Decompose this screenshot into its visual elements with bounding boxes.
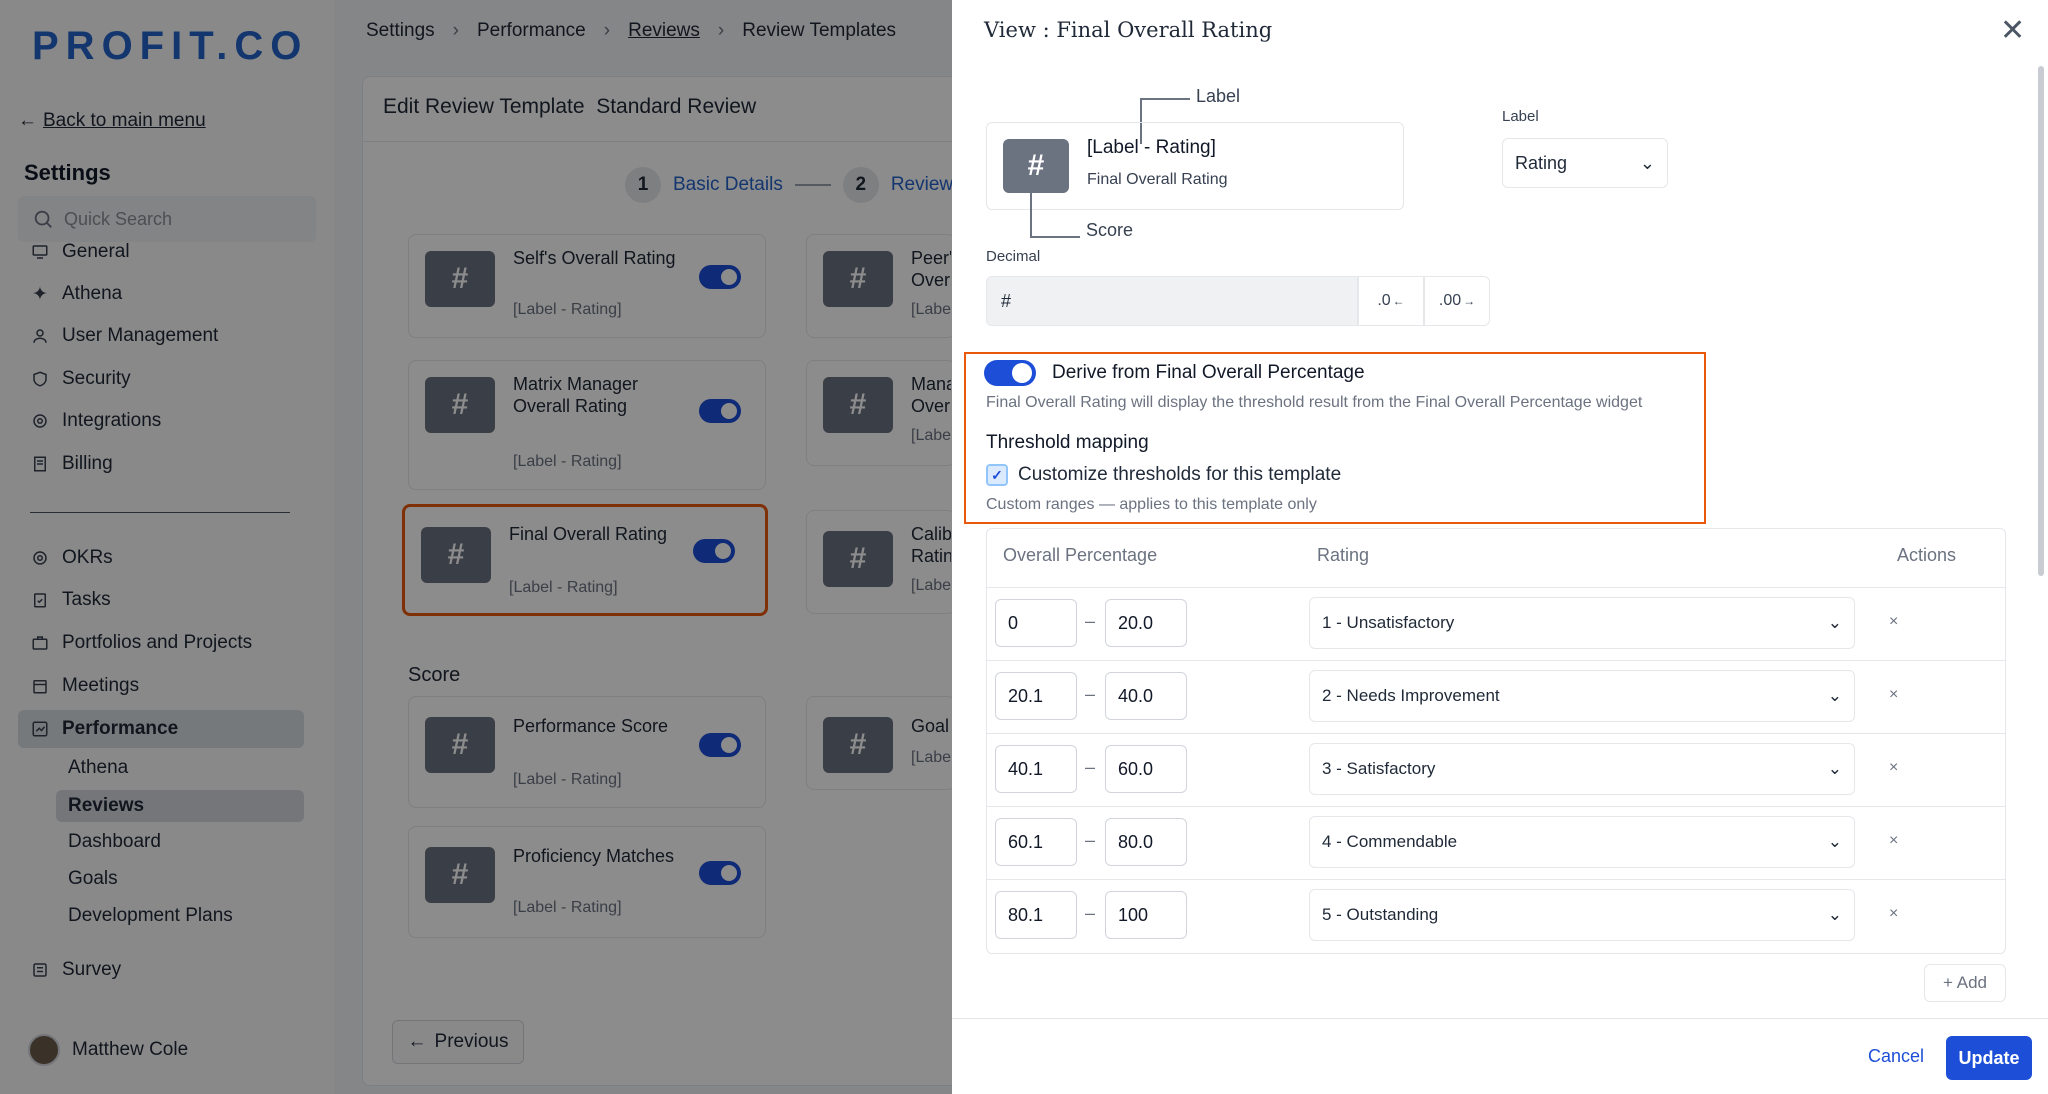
- rating-select[interactable]: 5 - Outstanding ⌄: [1309, 889, 1855, 941]
- derive-label: Derive from Final Overall Percentage: [1052, 362, 1365, 383]
- derive-toggle[interactable]: [984, 360, 1036, 386]
- range-dash: –: [1085, 757, 1096, 777]
- threshold-from-input[interactable]: 0: [995, 599, 1077, 647]
- decimal-caption: Decimal: [986, 248, 1041, 265]
- chevron-down-icon: ⌄: [1827, 905, 1842, 924]
- threshold-to-input[interactable]: 60.0: [1105, 745, 1187, 793]
- customize-help-text: Custom ranges — applies to this template…: [986, 496, 1317, 513]
- label-field-caption: Label: [1502, 108, 1539, 125]
- threshold-to-input[interactable]: 20.0: [1105, 599, 1187, 647]
- chevron-down-icon: ⌄: [1827, 832, 1842, 851]
- rating-select[interactable]: 4 - Commendable ⌄: [1309, 816, 1855, 868]
- preview-sub: Final Overall Rating: [1087, 171, 1228, 188]
- threshold-to-input[interactable]: 80.0: [1105, 818, 1187, 866]
- threshold-mapping-title: Threshold mapping: [986, 432, 1149, 453]
- rating-select-value: 5 - Outstanding: [1322, 905, 1439, 924]
- threshold-from-input[interactable]: 40.1: [995, 745, 1077, 793]
- derive-help-text: Final Overall Rating will display the th…: [986, 394, 1643, 411]
- chevron-down-icon: ⌄: [1827, 686, 1842, 705]
- table-divider: [987, 879, 2005, 880]
- rating-select-value: 1 - Unsatisfactory: [1322, 613, 1455, 632]
- rating-select[interactable]: 3 - Satisfactory ⌄: [1309, 743, 1855, 795]
- arrow-right-icon: →: [1463, 294, 1476, 308]
- close-icon[interactable]: ✕: [2000, 16, 2025, 46]
- remove-row-icon[interactable]: ×: [1889, 832, 1898, 850]
- increase-decimal-label: .00: [1438, 292, 1462, 309]
- callout-line: [1140, 98, 1190, 100]
- threshold-from-input[interactable]: 20.1: [995, 672, 1077, 720]
- check-icon: ✓: [991, 466, 1003, 483]
- remove-row-icon[interactable]: ×: [1889, 905, 1898, 923]
- decimal-format-input[interactable]: #: [986, 276, 1358, 326]
- threshold-to-input[interactable]: 40.0: [1105, 672, 1187, 720]
- column-header-actions: Actions: [1897, 545, 1957, 565]
- preview-name: [Label - Rating]: [1087, 137, 1216, 158]
- range-dash: –: [1085, 611, 1096, 631]
- rating-select-value: 4 - Commendable: [1322, 832, 1458, 851]
- table-divider: [987, 733, 2005, 734]
- label-select[interactable]: Rating ⌄: [1502, 138, 1668, 188]
- cancel-button[interactable]: Cancel: [1868, 1046, 1924, 1067]
- add-threshold-button[interactable]: + Add: [1924, 964, 2006, 1002]
- view-widget-drawer: View : Final Overall Rating ✕ Label # [L…: [952, 0, 2048, 1094]
- range-dash: –: [1085, 684, 1096, 704]
- callout-line: [1030, 192, 1032, 238]
- chevron-down-icon: ⌄: [1827, 613, 1842, 632]
- threshold-to-input[interactable]: 100: [1105, 891, 1187, 939]
- drawer-scrollbar[interactable]: [2038, 66, 2044, 576]
- rating-select-value: 2 - Needs Improvement: [1322, 686, 1500, 705]
- threshold-from-input[interactable]: 80.1: [995, 891, 1077, 939]
- chevron-down-icon: ⌄: [1827, 759, 1842, 778]
- remove-row-icon[interactable]: ×: [1889, 686, 1898, 704]
- range-dash: –: [1085, 903, 1096, 923]
- callout-line: [1030, 236, 1080, 238]
- decrease-decimal-button[interactable]: .0 ←: [1358, 276, 1424, 326]
- widget-preview: # [Label - Rating] Final Overall Rating: [986, 122, 1404, 210]
- score-callout: Score: [1086, 220, 1134, 240]
- column-header-overall-percentage: Overall Percentage: [1003, 545, 1158, 565]
- customize-thresholds-label[interactable]: Customize thresholds for this template: [1018, 464, 1341, 486]
- table-divider: [987, 587, 2005, 588]
- update-button[interactable]: Update: [1946, 1036, 2032, 1080]
- rating-select[interactable]: 1 - Unsatisfactory ⌄: [1309, 597, 1855, 649]
- modal-overlay[interactable]: [0, 0, 952, 1094]
- label-select-value: Rating: [1515, 152, 1568, 173]
- range-dash: –: [1085, 830, 1096, 850]
- column-header-rating: Rating: [1317, 545, 1370, 565]
- chevron-down-icon: ⌄: [1639, 152, 1655, 173]
- remove-row-icon[interactable]: ×: [1889, 613, 1898, 631]
- drawer-footer-divider: [952, 1018, 2048, 1019]
- rating-select[interactable]: 2 - Needs Improvement ⌄: [1309, 670, 1855, 722]
- rating-select-value: 3 - Satisfactory: [1322, 759, 1436, 778]
- label-callout: Label: [1196, 86, 1241, 106]
- decrease-decimal-label: .0: [1377, 292, 1391, 309]
- threshold-from-input[interactable]: 60.1: [995, 818, 1077, 866]
- arrow-left-icon: ←: [1392, 294, 1405, 308]
- customize-thresholds-checkbox[interactable]: ✓: [986, 464, 1008, 486]
- drawer-title: View : Final Overall Rating: [984, 18, 1273, 42]
- increase-decimal-button[interactable]: .00 →: [1424, 276, 1490, 326]
- table-divider: [987, 806, 2005, 807]
- threshold-table: Overall Percentage Rating Actions 0 – 20…: [986, 528, 2006, 954]
- table-divider: [987, 660, 2005, 661]
- hash-icon: #: [1003, 139, 1069, 193]
- remove-row-icon[interactable]: ×: [1889, 759, 1898, 777]
